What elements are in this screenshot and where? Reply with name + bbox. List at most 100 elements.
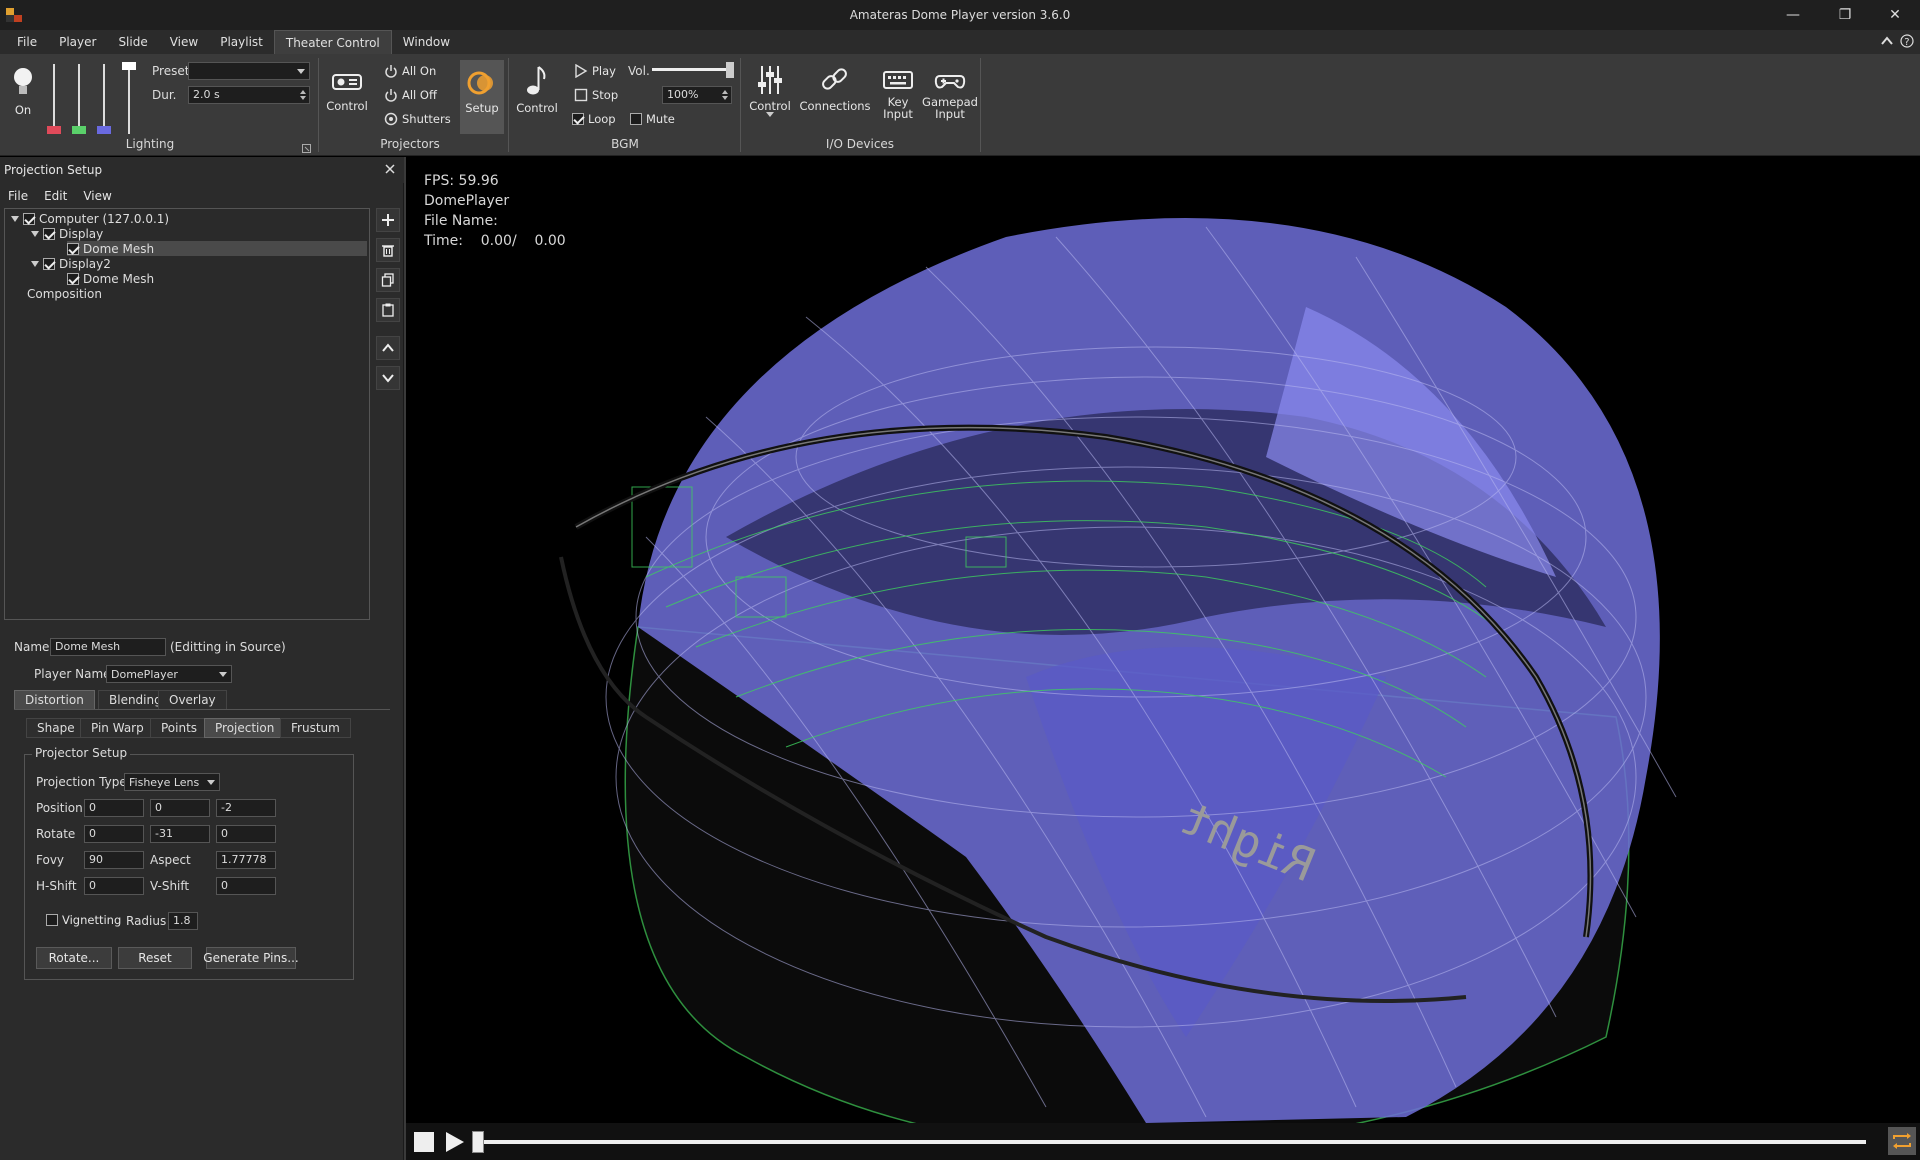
transport-play-button[interactable] bbox=[444, 1131, 466, 1156]
transport-stop-button[interactable] bbox=[414, 1132, 434, 1155]
connections-button[interactable]: Connections bbox=[799, 64, 871, 113]
menu-window[interactable]: Window bbox=[392, 30, 461, 54]
add-button[interactable] bbox=[376, 208, 400, 232]
tree-node-dome-mesh-2[interactable]: Dome Mesh bbox=[67, 271, 154, 286]
position-z-input[interactable]: -2 bbox=[216, 799, 276, 817]
tree-node-composition[interactable]: Composition bbox=[27, 286, 102, 301]
tab-distortion[interactable]: Distortion bbox=[14, 690, 95, 710]
panel-menu-view[interactable]: View bbox=[75, 189, 119, 203]
dome-render: Right bbox=[559, 218, 1677, 1123]
tree-node-computer[interactable]: Computer (127.0.0.1) bbox=[11, 211, 169, 226]
chevron-down-icon bbox=[297, 69, 305, 74]
panel-menu-file[interactable]: File bbox=[0, 189, 36, 203]
projectors-setup-button[interactable]: Setup bbox=[460, 60, 504, 134]
menu-player[interactable]: Player bbox=[48, 30, 107, 54]
key-input-button[interactable]: Key Input bbox=[878, 68, 918, 120]
paste-button[interactable] bbox=[376, 298, 400, 322]
aspect-input[interactable]: 1.77778 bbox=[216, 851, 276, 869]
volume-slider[interactable] bbox=[652, 62, 736, 81]
shutters-button[interactable]: Shutters bbox=[384, 112, 451, 126]
tab-points[interactable]: Points bbox=[150, 718, 209, 738]
help-icon[interactable]: ? bbox=[1900, 34, 1914, 51]
check-icon bbox=[43, 257, 55, 270]
chevron-down-icon bbox=[207, 780, 215, 785]
seek-handle[interactable] bbox=[472, 1131, 484, 1153]
hshift-label: H-Shift bbox=[36, 879, 77, 893]
io-control-button[interactable]: Control bbox=[746, 64, 794, 122]
gamepad-input-button[interactable]: Gamepad Input bbox=[922, 68, 978, 120]
menu-file[interactable]: File bbox=[6, 30, 48, 54]
move-down-button[interactable] bbox=[376, 366, 400, 390]
all-off-button[interactable]: All Off bbox=[384, 88, 437, 102]
position-x-input[interactable]: 0 bbox=[84, 799, 144, 817]
generate-pins-button[interactable]: Generate Pins... bbox=[203, 947, 299, 969]
collapse-ribbon-icon[interactable] bbox=[1880, 34, 1894, 51]
tab-frustum[interactable]: Frustum bbox=[280, 718, 351, 738]
shutter-icon bbox=[384, 112, 398, 126]
projection-type-select[interactable]: Fisheye Lens bbox=[124, 773, 220, 791]
tree-node-dome-mesh-selected[interactable]: Dome Mesh bbox=[67, 241, 367, 256]
tree-node-display[interactable]: Display bbox=[31, 226, 103, 241]
dome-viewport[interactable]: Right FPS: 59.96 DomePlayer File Name: T… bbox=[406, 157, 1920, 1123]
rotate-label: Rotate bbox=[36, 827, 76, 841]
tab-overlay[interactable]: Overlay bbox=[158, 690, 227, 710]
rotate-x-input[interactable]: 0 bbox=[84, 825, 144, 843]
seek-track[interactable] bbox=[476, 1140, 1866, 1144]
copy-button[interactable] bbox=[376, 268, 400, 292]
dialog-launcher-icon[interactable] bbox=[302, 142, 311, 156]
panel-title: Projection Setup bbox=[4, 163, 103, 177]
all-on-button[interactable]: All On bbox=[384, 64, 436, 78]
loop-toggle-button[interactable] bbox=[1888, 1127, 1916, 1155]
tab-pin-warp[interactable]: Pin Warp bbox=[80, 718, 155, 738]
lighting-sliders[interactable] bbox=[46, 60, 136, 141]
check-icon bbox=[67, 242, 79, 255]
power-icon bbox=[385, 65, 397, 78]
connections-label: Connections bbox=[799, 99, 871, 113]
restore-button[interactable]: ❐ bbox=[1822, 0, 1868, 30]
app-logo-icon bbox=[6, 8, 22, 22]
radius-input[interactable]: 1.8 bbox=[168, 912, 198, 930]
tab-projection[interactable]: Projection bbox=[204, 718, 286, 738]
loop-checkbox[interactable]: Loop bbox=[572, 112, 616, 126]
reset-button[interactable]: Reset bbox=[118, 947, 192, 969]
rotate-y-input[interactable]: -31 bbox=[150, 825, 210, 843]
fovy-input[interactable]: 90 bbox=[84, 851, 144, 869]
tab-shape[interactable]: Shape bbox=[26, 718, 86, 738]
projection-tree[interactable]: Computer (127.0.0.1) Display Dome Mesh D… bbox=[4, 208, 370, 620]
time-readout: Time: 0.00/ 0.00 bbox=[424, 233, 566, 249]
lighting-group-label: Lighting bbox=[125, 137, 175, 151]
spin-up-icon bbox=[722, 90, 728, 94]
menu-theater-control[interactable]: Theater Control bbox=[273, 30, 392, 54]
lighting-on-button[interactable]: On bbox=[10, 66, 36, 116]
rotate-dialog-button[interactable]: Rotate... bbox=[36, 947, 112, 969]
player-name-select[interactable]: DomePlayer bbox=[106, 665, 232, 683]
bgm-control-button[interactable]: Control bbox=[514, 64, 560, 114]
stop-icon bbox=[574, 88, 588, 102]
panel-menu-edit[interactable]: Edit bbox=[36, 189, 75, 203]
position-y-input[interactable]: 0 bbox=[150, 799, 210, 817]
close-button[interactable]: ✕ bbox=[1872, 0, 1918, 30]
radius-label: Radius bbox=[126, 914, 167, 928]
hshift-input[interactable]: 0 bbox=[84, 877, 144, 895]
tree-node-display2[interactable]: Display2 bbox=[31, 256, 111, 271]
delete-button[interactable] bbox=[376, 238, 400, 262]
volume-stepper[interactable]: 100% bbox=[662, 86, 732, 104]
mute-checkbox[interactable]: Mute bbox=[630, 112, 675, 126]
panel-close-icon[interactable] bbox=[384, 163, 396, 178]
menu-playlist[interactable]: Playlist bbox=[209, 30, 274, 54]
name-input[interactable]: Dome Mesh bbox=[50, 638, 166, 656]
play-button[interactable]: Play bbox=[574, 64, 616, 78]
menu-slide[interactable]: Slide bbox=[107, 30, 158, 54]
menu-view[interactable]: View bbox=[159, 30, 209, 54]
vshift-input[interactable]: 0 bbox=[216, 877, 276, 895]
preset-select[interactable] bbox=[188, 62, 310, 80]
preset-label: Preset bbox=[152, 64, 190, 78]
duration-stepper[interactable]: 2.0 s bbox=[188, 86, 310, 104]
vignetting-checkbox[interactable]: Vignetting bbox=[46, 913, 121, 927]
minimize-button[interactable]: — bbox=[1770, 0, 1816, 30]
stop-button[interactable]: Stop bbox=[574, 88, 618, 102]
play-icon bbox=[446, 1132, 464, 1152]
rotate-z-input[interactable]: 0 bbox=[216, 825, 276, 843]
projectors-control-button[interactable]: Control bbox=[324, 68, 370, 112]
move-up-button[interactable] bbox=[376, 336, 400, 360]
